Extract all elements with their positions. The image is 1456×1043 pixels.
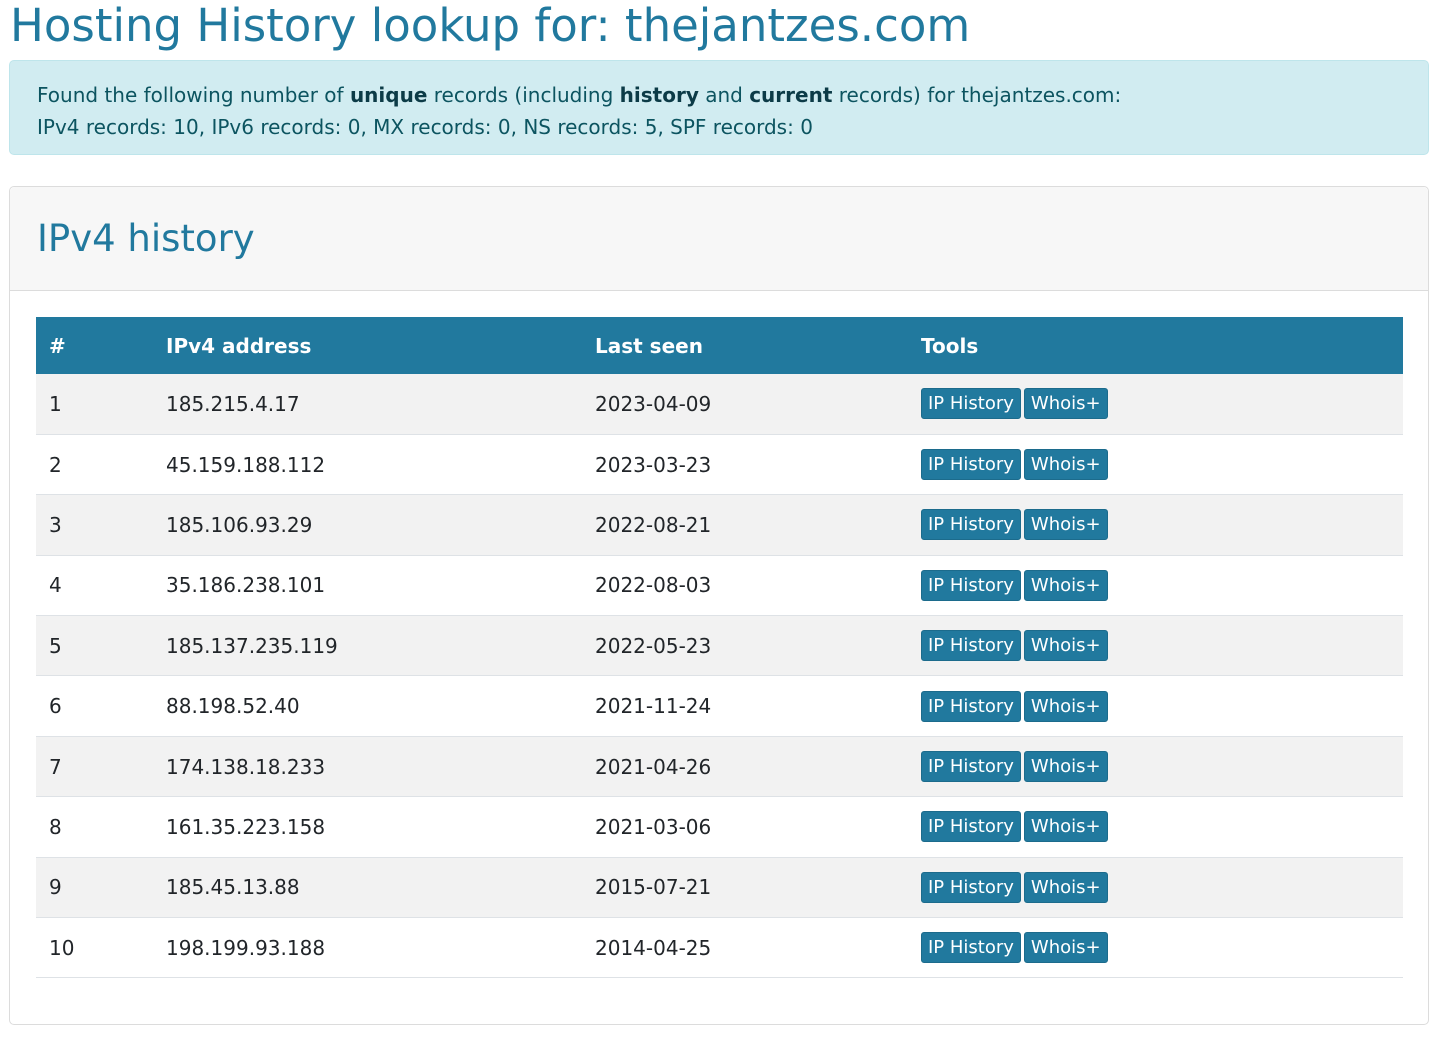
row-tools: IP History Whois+ — [908, 736, 1403, 796]
whois-plus-button[interactable]: Whois+ — [1023, 388, 1108, 420]
records-summary-alert: Found the following number of unique rec… — [9, 60, 1429, 155]
row-tools: IP History Whois+ — [908, 374, 1403, 434]
row-number: 2 — [49, 452, 62, 477]
row-tools: IP History Whois+ — [908, 676, 1403, 736]
table-row: 2 45.159.188.112 2023-03-23 IP History Whois… — [36, 434, 1403, 495]
page-title: Hosting History lookup for: thejantzes.c… — [10, 0, 971, 52]
row-number: 5 — [49, 633, 62, 658]
row-number: 1 — [49, 391, 62, 416]
row-ipv4-address: 35.186.238.101 — [166, 573, 326, 598]
row-last-seen: 2015-07-21 — [595, 875, 712, 900]
ip-history-button[interactable]: IP History — [921, 932, 1021, 964]
row-ipv4-address: 185.215.4.17 — [166, 391, 300, 416]
column-header-ipv4-address: IPv4 address — [166, 333, 312, 358]
row-number: 8 — [49, 814, 62, 839]
row-last-seen: 2021-04-26 — [595, 754, 712, 779]
row-number: 3 — [49, 512, 62, 537]
ipv4-history-heading: IPv4 history — [37, 217, 255, 260]
row-last-seen: 2022-08-21 — [595, 512, 712, 537]
row-last-seen: 2023-04-09 — [595, 391, 712, 416]
history-emphasis: history — [619, 83, 699, 107]
ip-history-button[interactable]: IP History — [921, 751, 1021, 783]
row-ipv4-address: 185.45.13.88 — [166, 875, 300, 900]
summary-line-2: IPv4 records: 10, IPv6 records: 0, MX re… — [37, 115, 813, 139]
whois-plus-button[interactable]: Whois+ — [1023, 932, 1108, 964]
ip-history-button[interactable]: IP History — [921, 449, 1021, 481]
ipv4-history-table: # IPv4 address Last seen Tools 1 185.215.… — [36, 317, 1403, 978]
whois-plus-button[interactable]: Whois+ — [1023, 871, 1108, 903]
column-header-number: # — [49, 333, 66, 358]
row-number: 6 — [49, 694, 62, 719]
row-number: 7 — [49, 754, 62, 779]
whois-plus-button[interactable]: Whois+ — [1023, 630, 1108, 662]
ip-history-button[interactable]: IP History — [921, 871, 1021, 903]
unique-emphasis: unique — [349, 83, 428, 107]
row-tools: IP History Whois+ — [908, 918, 1403, 978]
row-ipv4-address: 88.198.52.40 — [166, 694, 300, 719]
row-last-seen: 2021-11-24 — [595, 694, 712, 719]
row-ipv4-address: 174.138.18.233 — [166, 754, 326, 779]
row-number: 10 — [49, 935, 75, 960]
whois-plus-button[interactable]: Whois+ — [1023, 690, 1108, 722]
row-number: 9 — [49, 875, 62, 900]
whois-plus-button[interactable]: Whois+ — [1023, 509, 1108, 541]
whois-plus-button[interactable]: Whois+ — [1023, 569, 1108, 601]
ip-history-button[interactable]: IP History — [921, 569, 1021, 601]
current-emphasis: current — [749, 83, 833, 107]
table-row: 7 174.138.18.233 2021-04-26 IP History Whois… — [36, 736, 1403, 797]
whois-plus-button[interactable]: Whois+ — [1023, 811, 1108, 843]
ipv4-history-card: IPv4 history # IPv4 address Last seen To… — [9, 186, 1429, 1025]
row-last-seen: 2022-08-03 — [595, 573, 712, 598]
row-tools: IP History Whois+ — [908, 616, 1403, 676]
table-row: 1 185.215.4.17 2023-04-09 IP History Whois+ — [36, 374, 1403, 435]
whois-plus-button[interactable]: Whois+ — [1023, 751, 1108, 783]
row-last-seen: 2014-04-25 — [595, 935, 712, 960]
row-tools: IP History Whois+ — [908, 495, 1403, 555]
ip-history-button[interactable]: IP History — [921, 509, 1021, 541]
summary-line-1: Found the following number of unique rec… — [37, 83, 1122, 107]
row-ipv4-address: 161.35.223.158 — [166, 814, 326, 839]
row-last-seen: 2023-03-23 — [595, 452, 712, 477]
ip-history-button[interactable]: IP History — [921, 811, 1021, 843]
row-tools: IP History Whois+ — [908, 434, 1403, 494]
table-header-row: # IPv4 address Last seen Tools — [36, 317, 1403, 374]
row-tools: IP History Whois+ — [908, 555, 1403, 615]
ip-history-button[interactable]: IP History — [921, 630, 1021, 662]
table-row: 6 88.198.52.40 2021-11-24 IP History Whois+ — [36, 675, 1403, 737]
column-header-last-seen: Last seen — [595, 333, 703, 358]
table-row: 10 198.199.93.188 2014-04-25 IP History Whoi… — [36, 917, 1403, 978]
table-row: 9 185.45.13.88 2015-07-21 IP History Whois+ — [36, 857, 1403, 918]
table-row: 3 185.106.93.29 2022-08-21 IP History Whois+ — [36, 494, 1403, 556]
row-number: 4 — [49, 573, 62, 598]
column-header-tools: Tools — [921, 333, 979, 358]
row-last-seen: 2022-05-23 — [595, 633, 712, 658]
row-ipv4-address: 198.199.93.188 — [166, 935, 326, 960]
whois-plus-button[interactable]: Whois+ — [1023, 449, 1108, 481]
ip-history-button[interactable]: IP History — [921, 690, 1021, 722]
row-last-seen: 2021-03-06 — [595, 814, 712, 839]
row-tools: IP History Whois+ — [908, 857, 1403, 917]
card-header: IPv4 history — [10, 187, 1428, 291]
row-ipv4-address: 185.137.235.119 — [166, 633, 338, 658]
row-ipv4-address: 45.159.188.112 — [166, 452, 326, 477]
ip-history-button[interactable]: IP History — [921, 388, 1021, 420]
row-tools: IP History Whois+ — [908, 797, 1403, 857]
row-ipv4-address: 185.106.93.29 — [166, 512, 313, 537]
table-row: 5 185.137.235.119 2022-05-23 IP History Whoi… — [36, 615, 1403, 676]
table-row: 4 35.186.238.101 2022-08-03 IP History Whois… — [36, 555, 1403, 616]
table-row: 8 161.35.223.158 2021-03-06 IP History Whois… — [36, 796, 1403, 858]
